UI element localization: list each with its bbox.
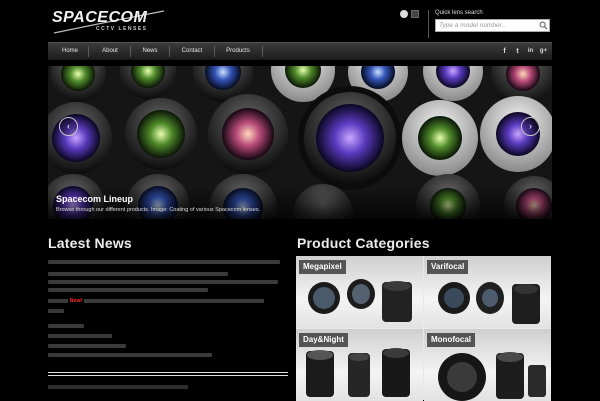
twitter-icon[interactable]: t <box>513 47 522 56</box>
news-text-line <box>48 272 228 276</box>
quick-lens-input[interactable]: Type a model number... <box>435 19 550 32</box>
category-varifocal[interactable]: Varifocal <box>424 256 551 328</box>
news-divider <box>48 372 288 373</box>
news-text-line <box>48 260 280 264</box>
news-divider <box>48 375 288 376</box>
category-label: Varifocal <box>427 260 469 274</box>
news-text-line <box>48 385 188 389</box>
logo-subtitle: CCTV LENSES <box>96 26 148 32</box>
news-text-line <box>48 288 208 292</box>
nav-products[interactable]: Products <box>220 43 256 60</box>
quick-lens-label: Quick lens search <box>435 10 483 16</box>
category-label: Megapixel <box>299 260 346 274</box>
hero-slider[interactable]: Spacecom Lineup Browse through our diffe… <box>48 66 552 219</box>
new-highlight-link[interactable]: New! <box>70 298 83 304</box>
product-categories-grid: Megapixel Varifocal Day&Night Monofocal <box>296 256 551 401</box>
news-text-line <box>48 334 112 338</box>
logo-text: SPACECOM <box>52 9 148 26</box>
nav-divider <box>88 46 89 57</box>
category-megapixel[interactable]: Megapixel <box>296 256 423 328</box>
news-text-line <box>48 324 84 328</box>
nav-divider <box>262 46 263 57</box>
nav-news[interactable]: News <box>136 43 164 60</box>
slider-next-arrow-icon[interactable]: › <box>521 117 540 136</box>
category-label: Monofocal <box>427 333 475 347</box>
google-plus-icon[interactable]: g+ <box>539 47 548 56</box>
latest-news-title: Latest News <box>48 235 132 251</box>
news-highlight-line: New! <box>48 298 265 304</box>
hero-title: Spacecom Lineup <box>56 194 134 204</box>
globe-icon[interactable] <box>400 10 408 18</box>
nav-contact[interactable]: Contact <box>175 43 209 60</box>
quick-lens-search: Quick lens search Type a model number... <box>428 10 550 38</box>
news-text-line <box>48 280 278 284</box>
spacecom-logo[interactable]: SPACECOM CCTV LENSES <box>52 9 165 35</box>
nav-divider <box>169 46 170 57</box>
product-categories-title: Product Categories <box>297 235 430 251</box>
main-navbar: Home About News Contact Products f t in … <box>48 42 552 60</box>
category-day-night[interactable]: Day&Night <box>296 329 423 401</box>
slider-prev-arrow-icon[interactable]: ‹ <box>59 117 78 136</box>
nav-about[interactable]: About <box>96 43 124 60</box>
language-flag-icon[interactable] <box>411 10 419 18</box>
news-text-line <box>48 309 64 313</box>
nav-divider <box>214 46 215 57</box>
nav-divider <box>130 46 131 57</box>
news-text-line <box>48 353 212 357</box>
search-icon[interactable] <box>539 21 548 30</box>
category-label: Day&Night <box>299 333 348 347</box>
linkedin-icon[interactable]: in <box>526 47 535 56</box>
facebook-icon[interactable]: f <box>500 47 509 56</box>
news-text-line <box>48 344 126 348</box>
hero-subtitle: Browse through our different products. I… <box>56 207 261 213</box>
category-monofocal[interactable]: Monofocal <box>424 329 551 401</box>
nav-home[interactable]: Home <box>56 43 84 60</box>
